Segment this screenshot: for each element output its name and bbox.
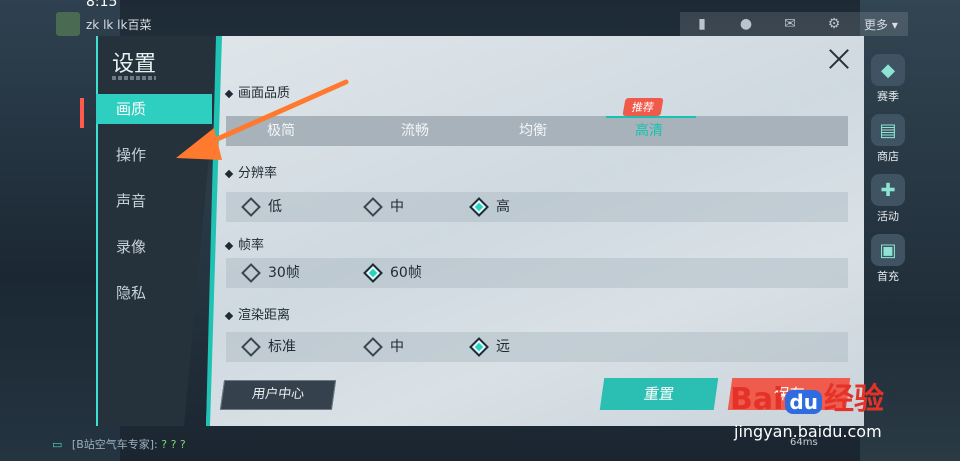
- side-item-activity[interactable]: ✚ 活动: [868, 174, 908, 224]
- chat-icon: ▭: [52, 438, 63, 451]
- gear-icon[interactable]: ⚙: [812, 16, 856, 32]
- baidu-watermark: Bai du 经验 jingyan.baidu.com: [730, 372, 950, 452]
- close-icon[interactable]: [826, 46, 852, 72]
- active-nav-marker: [80, 98, 84, 128]
- player-name: zk lk lk百菜: [86, 18, 152, 32]
- resolution-row: 低 中 高: [226, 192, 848, 222]
- nav-item-controls[interactable]: 操作: [96, 140, 206, 170]
- gift-icon: ▣: [871, 234, 905, 266]
- radio-diamond-icon: [241, 337, 261, 357]
- settings-dialog: 设置 画质 操作 声音 录像 隐私 画面品质 推荐 极简 流畅 均衡 高清 分辨…: [80, 36, 864, 426]
- render-distance-option-standard[interactable]: 标准: [241, 332, 296, 362]
- status-time: 8:15: [86, 0, 118, 10]
- friends-icon[interactable]: ●: [724, 16, 768, 32]
- radio-diamond-icon: [241, 197, 261, 217]
- section-label-render-distance: 渲染距离: [224, 304, 290, 323]
- section-label-quality: 画面品质: [224, 82, 290, 101]
- render-distance-row: 标准 中 远: [226, 332, 848, 362]
- radio-diamond-icon: [241, 263, 261, 283]
- nav-item-recording[interactable]: 录像: [96, 232, 206, 262]
- user-center-button[interactable]: 用户中心: [219, 380, 337, 410]
- resolution-option-high[interactable]: 高: [469, 192, 510, 222]
- chart-icon[interactable]: ▮: [680, 16, 724, 32]
- nav-item-sound[interactable]: 声音: [96, 186, 206, 216]
- framerate-option-60[interactable]: 60帧: [363, 258, 422, 288]
- quality-option-hd[interactable]: 高清: [594, 116, 704, 146]
- side-item-first-charge[interactable]: ▣ 首充: [868, 234, 908, 284]
- player-avatar[interactable]: [56, 12, 80, 36]
- nav-item-quality[interactable]: 画质: [96, 94, 212, 124]
- quality-option-balanced[interactable]: 均衡: [478, 116, 588, 146]
- chat-bar[interactable]: ▭ [B站空气车专家]: ? ? ?: [52, 436, 186, 452]
- framerate-option-30[interactable]: 30帧: [241, 258, 300, 288]
- quality-option-minimal[interactable]: 极简: [226, 116, 336, 146]
- radio-diamond-selected-icon: [469, 197, 489, 217]
- render-distance-option-far[interactable]: 远: [469, 332, 510, 362]
- side-item-shop[interactable]: ▤ 商店: [868, 114, 908, 164]
- more-button[interactable]: 更多 ▾: [864, 16, 898, 33]
- baidu-logo: Bai du 经验: [730, 382, 884, 417]
- radio-diamond-selected-icon: [469, 337, 489, 357]
- recommended-badge: 推荐: [622, 98, 664, 116]
- dialog-title: 设置: [112, 52, 157, 77]
- radio-diamond-selected-icon: [363, 263, 383, 283]
- render-distance-option-medium[interactable]: 中: [363, 332, 404, 362]
- quality-selector: 极简 流畅 均衡 高清: [226, 116, 848, 146]
- framerate-row: 30帧 60帧: [226, 258, 848, 288]
- side-item-season[interactable]: ◆ 赛季: [868, 54, 908, 104]
- watermark-url: jingyan.baidu.com: [734, 422, 882, 441]
- top-toolbar: ▮ ● ✉ ⚙ 更多 ▾: [680, 12, 908, 36]
- gamepad-icon: ✚: [871, 174, 905, 206]
- section-label-resolution: 分辨率: [224, 162, 277, 181]
- radio-diamond-icon: [363, 197, 383, 217]
- nav-item-privacy[interactable]: 隐私: [96, 278, 206, 308]
- settings-panel: [206, 36, 864, 426]
- shop-icon: ▤: [871, 114, 905, 146]
- quality-option-smooth[interactable]: 流畅: [360, 116, 470, 146]
- reset-button[interactable]: 重置: [599, 378, 719, 410]
- radio-diamond-icon: [363, 337, 383, 357]
- resolution-option-low[interactable]: 低: [241, 192, 282, 222]
- resolution-option-medium[interactable]: 中: [363, 192, 404, 222]
- title-underline: [112, 76, 156, 80]
- season-icon: ◆: [871, 54, 905, 86]
- section-label-framerate: 帧率: [224, 234, 264, 253]
- mail-icon[interactable]: ✉: [768, 16, 812, 32]
